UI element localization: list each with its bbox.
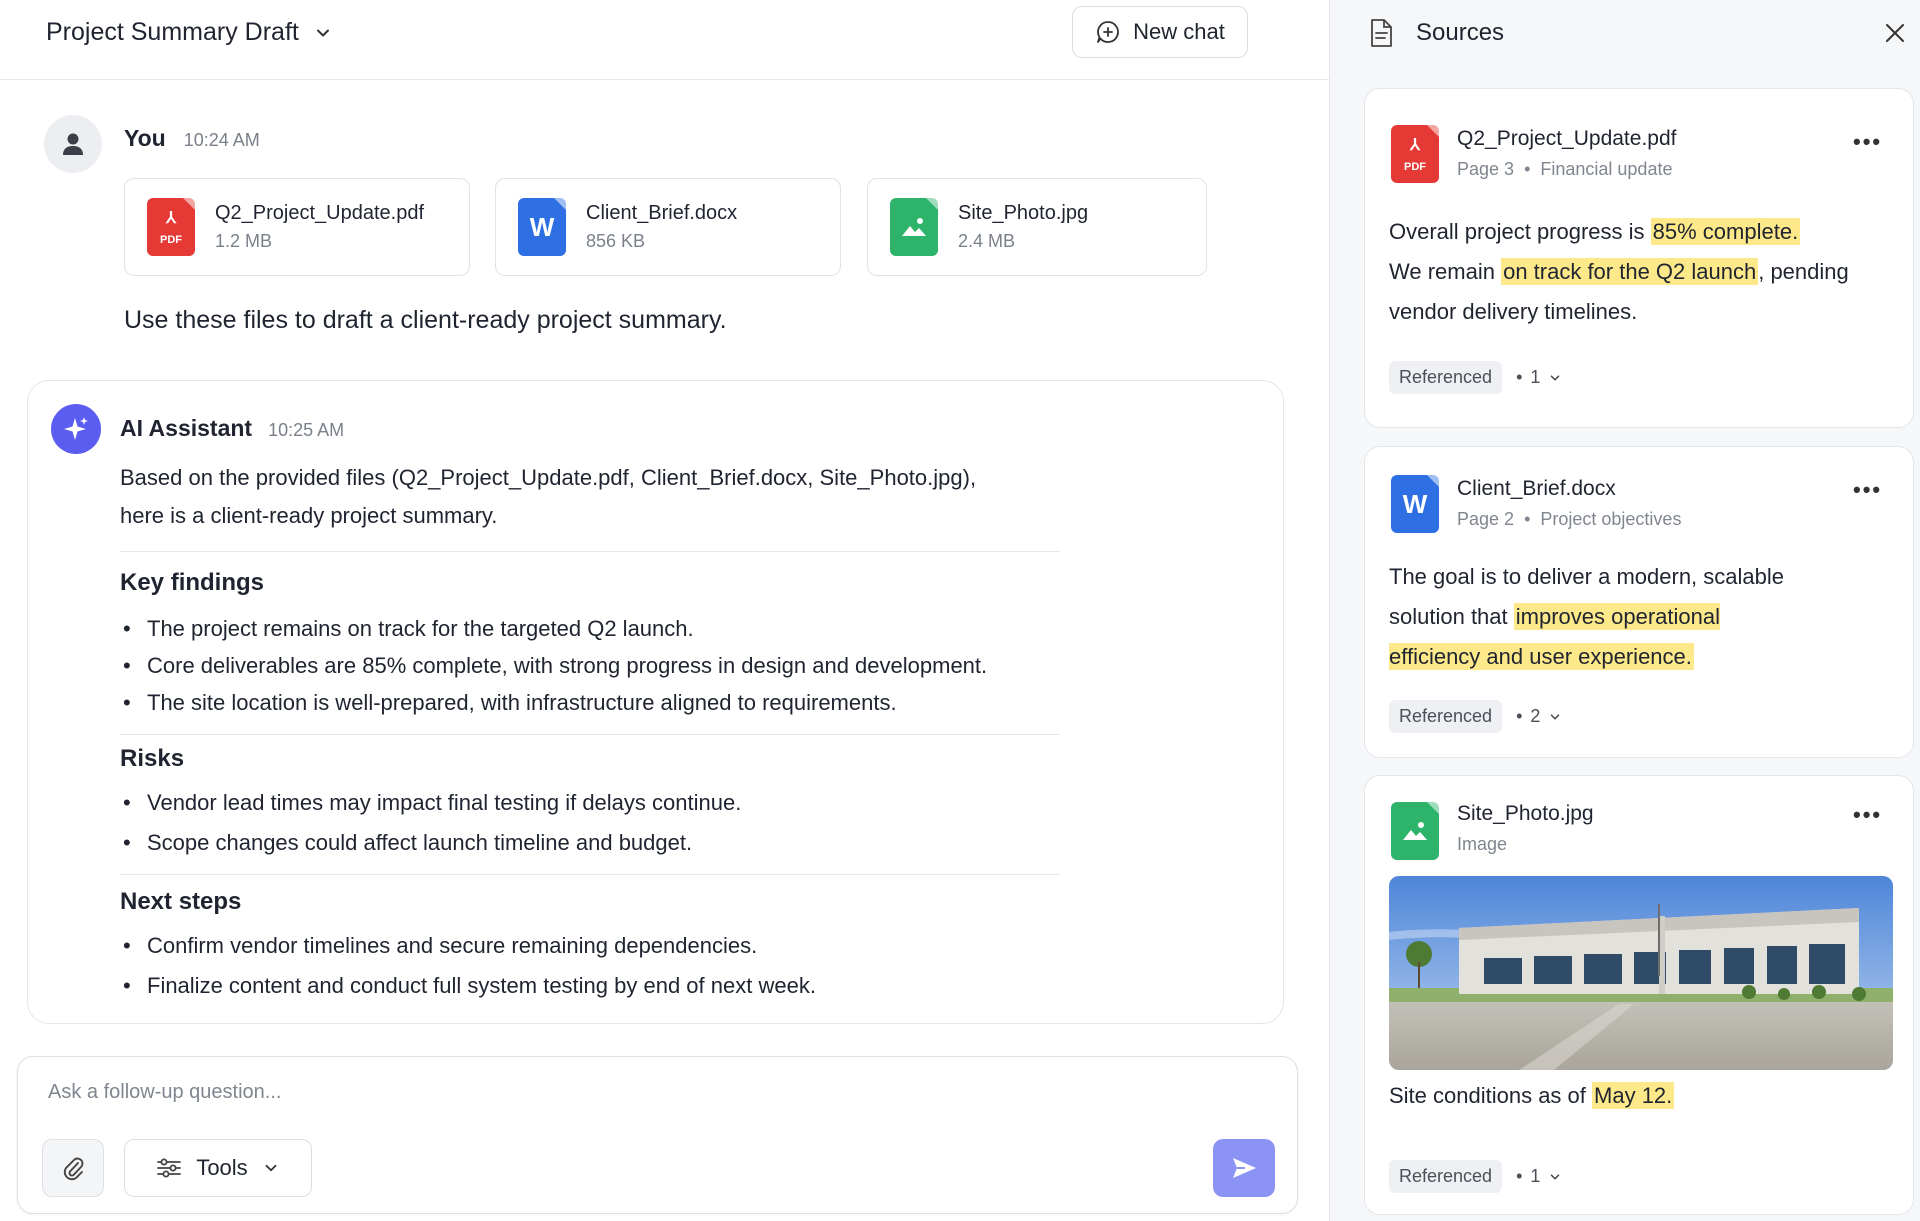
attachment-image[interactable]: Site_Photo.jpg 2.4 MB: [867, 178, 1207, 276]
chat-panel: Project Summary Draft New chat You 10:24…: [0, 0, 1329, 1221]
referenced-badge: Referenced: [1389, 361, 1503, 394]
image-file-icon: [890, 198, 938, 256]
assistant-avatar: [51, 404, 101, 454]
word-file-icon: W: [1391, 475, 1439, 533]
reference-info: Referenced • 1: [1389, 361, 1562, 394]
assistant-intro-line: Based on the provided files (Q2_Project_…: [120, 465, 977, 490]
assistant-message-meta: AI Assistant 10:25 AM: [120, 415, 344, 442]
site-photo-preview[interactable]: [1389, 876, 1893, 1070]
attachment-size: 1.2 MB: [215, 231, 273, 251]
more-options-icon[interactable]: •••: [1853, 802, 1882, 828]
section-heading-key-findings: Key findings: [120, 569, 265, 596]
source-card-image[interactable]: Site_Photo.jpg Image ••• Site conditions…: [1364, 775, 1914, 1215]
list-item: Finalize content and conduct full system…: [120, 966, 816, 1006]
close-icon[interactable]: [1882, 20, 1908, 46]
key-findings-list: The project remains on track for the tar…: [120, 610, 987, 721]
assistant-message-card: AI Assistant 10:25 AM Based on the provi…: [27, 380, 1284, 1024]
new-chat-label: New chat: [1133, 19, 1225, 44]
assistant-message-time: 10:25 AM: [268, 420, 345, 440]
source-card-docx[interactable]: W Client_Brief.docx Page 2 • Project obj…: [1364, 446, 1914, 758]
new-chat-button[interactable]: New chat: [1072, 6, 1248, 58]
chevron-down-icon: [1551, 374, 1560, 381]
attach-button[interactable]: [42, 1139, 104, 1197]
reference-count-dropdown[interactable]: • 1: [1516, 1166, 1562, 1187]
reference-info: Referenced • 1: [1389, 1160, 1562, 1193]
assistant-intro-line: here is a client-ready project summary.: [120, 503, 498, 528]
assistant-intro: Based on the provided files (Q2_Project_…: [120, 459, 1090, 535]
send-button[interactable]: [1213, 1139, 1275, 1197]
source-file-name: Client_Brief.docx: [1457, 477, 1616, 500]
building-photo: [1389, 876, 1893, 1070]
document-icon: [1371, 19, 1392, 47]
user-avatar: [44, 115, 102, 173]
section-heading-risks: Risks: [120, 745, 185, 772]
paperclip-icon: [63, 1157, 84, 1181]
attachment-name: Site_Photo.jpg: [958, 202, 1089, 224]
source-card-pdf[interactable]: ⅄ PDF Q2_Project_Update.pdf Page 3 • Fin…: [1364, 88, 1914, 428]
chat-header: Project Summary Draft New chat: [0, 0, 1329, 80]
pdf-file-icon: ⅄ PDF: [147, 198, 195, 256]
attachment-size: 2.4 MB: [958, 231, 1016, 251]
user-message-time: 10:24 AM: [183, 130, 260, 150]
source-excerpt: Site conditions as of May 12.: [1389, 1082, 1675, 1109]
more-options-icon[interactable]: •••: [1853, 477, 1882, 503]
send-icon: [1233, 1158, 1256, 1178]
image-file-icon: [1391, 802, 1439, 860]
section-divider: [120, 874, 1060, 875]
reference-info: Referenced • 2: [1389, 700, 1562, 733]
user-name: You: [124, 125, 166, 151]
risks-list: Vendor lead times may impact final testi…: [120, 783, 741, 863]
attachment-docx[interactable]: W Client_Brief.docx 856 KB: [495, 178, 841, 276]
chevron-down-icon: [316, 29, 329, 36]
source-file-name: Site_Photo.jpg: [1457, 802, 1594, 825]
reference-count-dropdown[interactable]: • 2: [1516, 706, 1562, 727]
tools-label: Tools: [196, 1155, 248, 1180]
tools-dropdown[interactable]: Tools: [124, 1139, 312, 1197]
assistant-name: AI Assistant: [120, 415, 253, 441]
word-file-icon: W: [518, 198, 566, 256]
referenced-badge: Referenced: [1389, 1160, 1503, 1193]
section-divider: [120, 734, 1060, 735]
source-excerpt: The goal is to deliver a modern, scalabl…: [1389, 564, 1784, 670]
user-message-meta: You 10:24 AM: [124, 125, 260, 152]
source-excerpt: Overall project progress is 85% complete…: [1389, 218, 1849, 324]
chevron-down-icon: [1551, 1173, 1560, 1180]
follow-up-input[interactable]: Ask a follow-up question...: [48, 1081, 281, 1104]
sources-header: Sources: [1368, 18, 1504, 48]
list-item: The project remains on track for the tar…: [120, 610, 987, 647]
section-heading-next-steps: Next steps: [120, 888, 242, 915]
source-file-name: Q2_Project_Update.pdf: [1457, 127, 1677, 150]
referenced-badge: Referenced: [1389, 700, 1503, 733]
message-composer[interactable]: Ask a follow-up question... Tools: [17, 1056, 1298, 1214]
next-steps-list: Confirm vendor timelines and secure rema…: [120, 926, 816, 1006]
chevron-down-icon: [1551, 713, 1560, 720]
source-location: Page 2 • Project objectives: [1457, 509, 1682, 529]
conversation-title-dropdown[interactable]: Project Summary Draft: [46, 18, 333, 47]
user-message-text: Use these files to draft a client-ready …: [124, 306, 727, 334]
more-options-icon[interactable]: •••: [1853, 129, 1882, 155]
new-chat-icon: [1097, 21, 1120, 43]
sparkle-icon: [64, 417, 88, 440]
sources-title: Sources: [1416, 19, 1505, 46]
list-item: Scope changes could affect launch timeli…: [120, 823, 741, 863]
list-item: The site location is well-prepared, with…: [120, 684, 987, 721]
reference-count-dropdown[interactable]: • 1: [1516, 367, 1562, 388]
pdf-file-icon: ⅄ PDF: [1391, 125, 1439, 183]
chevron-down-icon: [265, 1164, 277, 1172]
attachment-size: 856 KB: [586, 231, 646, 251]
conversation-title: Project Summary Draft: [46, 18, 299, 46]
attachment-name: Q2_Project_Update.pdf: [215, 202, 425, 224]
attachment-name: Client_Brief.docx: [586, 202, 738, 224]
list-item: Core deliverables are 85% complete, with…: [120, 647, 987, 684]
list-item: Vendor lead times may impact final testi…: [120, 783, 741, 823]
source-type: Image: [1457, 834, 1508, 854]
attachment-pdf[interactable]: ⅄ PDF Q2_Project_Update.pdf 1.2 MB: [124, 178, 470, 276]
sources-panel: Sources ⅄ PDF Q2_Project_Update.pdf Page…: [1329, 0, 1920, 1221]
section-divider: [120, 551, 1060, 552]
source-location: Page 3 • Financial update: [1457, 159, 1673, 179]
list-item: Confirm vendor timelines and secure rema…: [120, 926, 816, 966]
user-icon: [63, 133, 83, 155]
sliders-icon: [157, 1158, 182, 1178]
